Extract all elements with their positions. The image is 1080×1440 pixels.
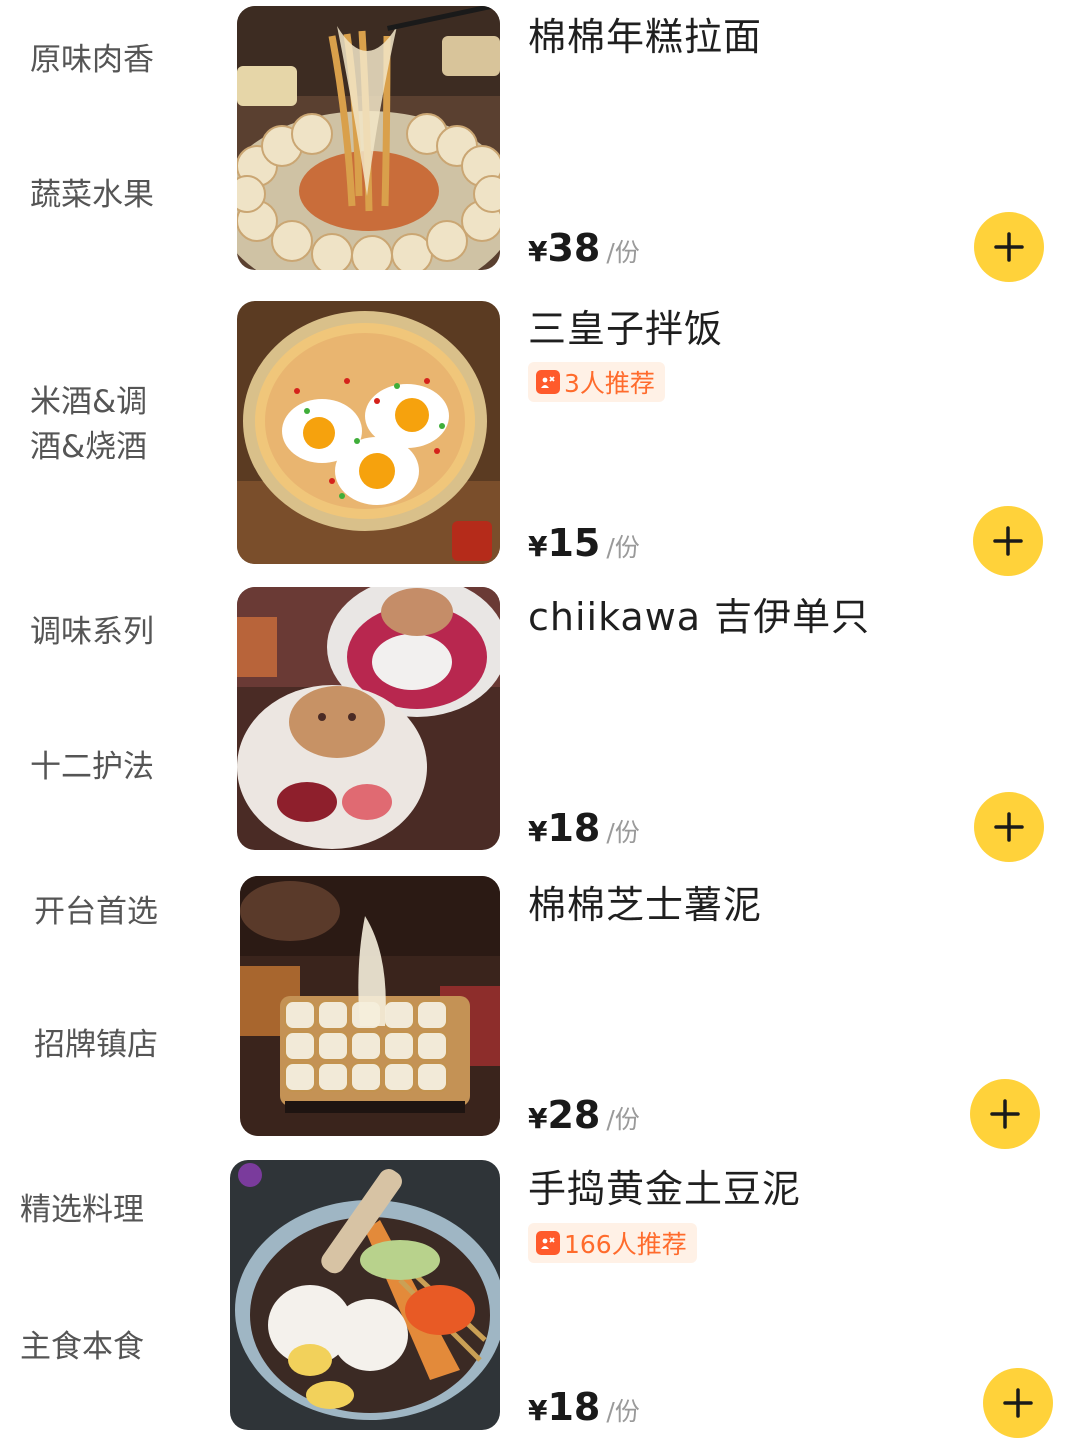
price-unit: /份 bbox=[606, 1397, 640, 1426]
dish-name: 三皇子拌饭 bbox=[528, 307, 724, 351]
category-item[interactable]: 调味系列 bbox=[30, 610, 154, 655]
plus-icon bbox=[994, 232, 1024, 262]
currency-symbol: ¥ bbox=[528, 235, 548, 268]
dish-name: chiikawa 吉伊单只 bbox=[528, 595, 871, 639]
dish-price: ¥ 38 /份 bbox=[528, 226, 640, 270]
dish-name: 手捣黄金土豆泥 bbox=[528, 1167, 802, 1211]
recommend-text: 3人推荐 bbox=[564, 369, 655, 398]
dish-price: ¥ 18 /份 bbox=[528, 806, 640, 850]
category-item[interactable]: 开台首选 bbox=[34, 890, 158, 935]
category-item[interactable]: 十二护法 bbox=[30, 745, 154, 790]
category-item[interactable]: 招牌镇店 bbox=[34, 1023, 158, 1068]
add-to-cart-button[interactable] bbox=[974, 212, 1044, 282]
add-to-cart-button[interactable] bbox=[974, 792, 1044, 862]
category-item[interactable]: 原味肉香 bbox=[30, 38, 154, 83]
recommend-badge: 3人推荐 bbox=[528, 362, 665, 402]
currency-symbol: ¥ bbox=[528, 1102, 548, 1135]
dish-image[interactable] bbox=[237, 587, 500, 850]
add-to-cart-button[interactable] bbox=[973, 506, 1043, 576]
dish-name: 棉棉芝士薯泥 bbox=[528, 883, 763, 927]
dish-image[interactable] bbox=[230, 1160, 500, 1430]
price-amount: 18 bbox=[547, 1385, 601, 1429]
price-unit: /份 bbox=[606, 238, 640, 267]
recommend-icon bbox=[536, 1231, 560, 1255]
price-unit: /份 bbox=[606, 818, 640, 847]
dish-image[interactable] bbox=[237, 301, 500, 564]
price-amount: 28 bbox=[547, 1093, 601, 1137]
dish-name: 棉棉年糕拉面 bbox=[528, 15, 763, 59]
currency-symbol: ¥ bbox=[528, 530, 548, 563]
dish-image[interactable] bbox=[240, 876, 500, 1136]
add-to-cart-button[interactable] bbox=[983, 1368, 1053, 1438]
price-unit: /份 bbox=[606, 533, 640, 562]
recommend-text: 166人推荐 bbox=[564, 1230, 687, 1259]
plus-icon bbox=[993, 526, 1023, 556]
category-item[interactable]: 米酒&调 酒&烧酒 bbox=[30, 380, 147, 470]
dish-price: ¥ 28 /份 bbox=[528, 1093, 640, 1137]
add-to-cart-button[interactable] bbox=[970, 1079, 1040, 1149]
plus-icon bbox=[1003, 1388, 1033, 1418]
category-item[interactable]: 蔬菜水果 bbox=[30, 173, 154, 218]
price-amount: 15 bbox=[547, 521, 601, 565]
price-amount: 18 bbox=[547, 806, 601, 850]
currency-symbol: ¥ bbox=[528, 815, 548, 848]
recommend-badge: 166人推荐 bbox=[528, 1223, 697, 1263]
category-item[interactable]: 主食本食 bbox=[20, 1325, 144, 1370]
plus-icon bbox=[990, 1099, 1020, 1129]
dish-price: ¥ 18 /份 bbox=[528, 1385, 640, 1429]
currency-symbol: ¥ bbox=[528, 1394, 548, 1427]
recommend-icon bbox=[536, 370, 560, 394]
price-amount: 38 bbox=[547, 226, 601, 270]
dish-price: ¥ 15 /份 bbox=[528, 521, 640, 565]
category-item[interactable]: 精选料理 bbox=[20, 1188, 144, 1233]
dish-image[interactable] bbox=[237, 6, 500, 270]
plus-icon bbox=[994, 812, 1024, 842]
price-unit: /份 bbox=[606, 1105, 640, 1134]
